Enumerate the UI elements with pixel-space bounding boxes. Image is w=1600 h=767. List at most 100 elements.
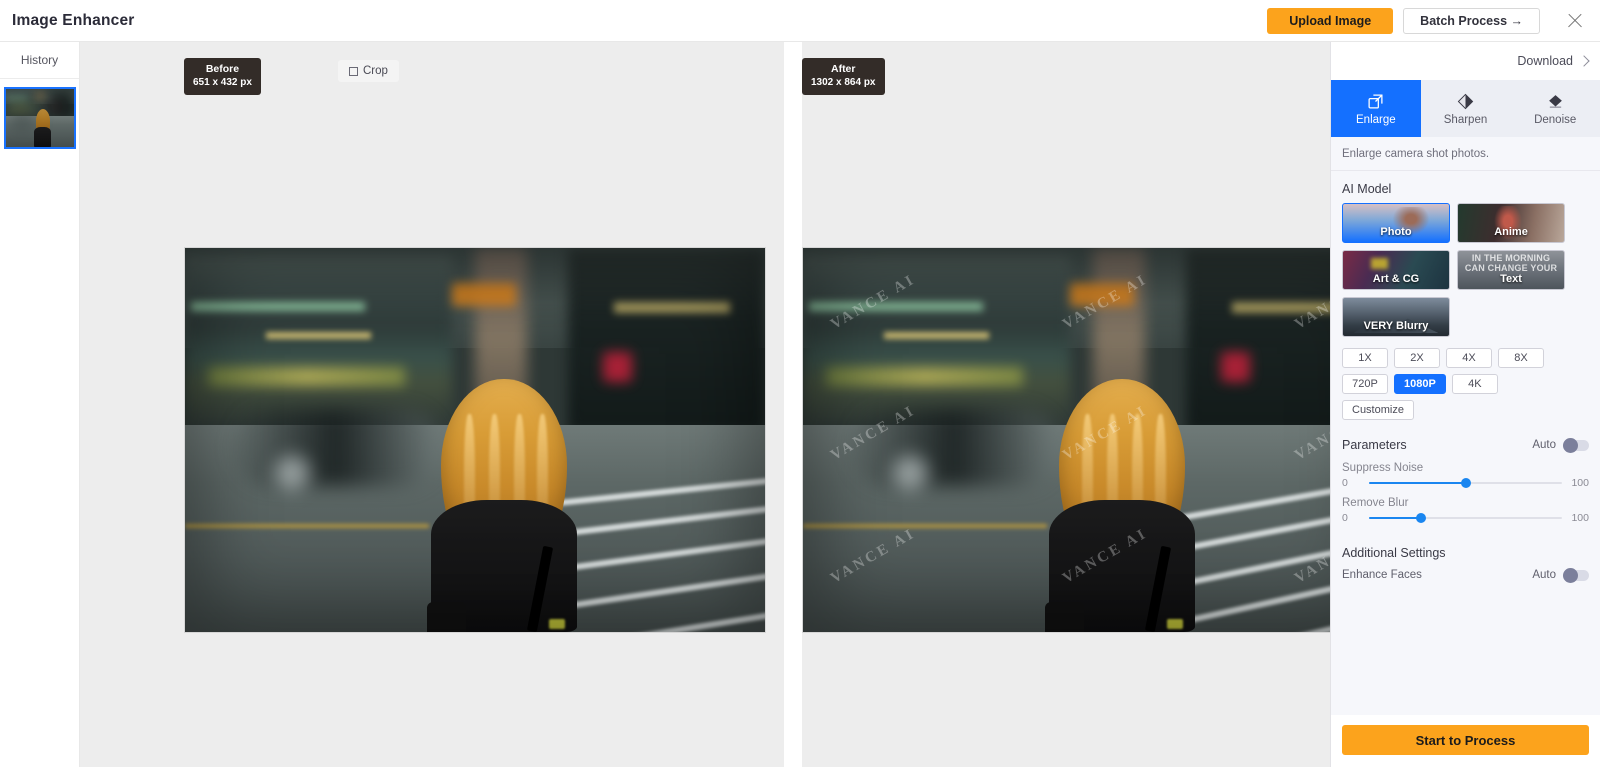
before-badge-dimensions: 651 x 432 px [193, 77, 252, 88]
after-badge: After 1302 x 864 px [802, 58, 885, 95]
model-card-thumb-text: IN THE MORNING CAN CHANGE YOUR [1464, 253, 1558, 274]
scene-road-yellow-line [803, 524, 1047, 528]
after-image[interactable]: VANCE AI VANCE AI VANCE AI VANCE AI VANC… [802, 247, 1384, 633]
batch-process-button[interactable]: Batch Process → [1403, 8, 1540, 34]
scene-neon-green [6, 97, 27, 99]
additional-settings-title: Additional Settings [1342, 546, 1446, 560]
scene-person-bag [427, 601, 466, 632]
scene-blurred-wheel [266, 447, 319, 498]
remove-blur-max: 100 [1571, 512, 1589, 524]
customize-chip-group: Customize [1331, 394, 1600, 422]
model-card-anime[interactable]: Anime [1457, 203, 1565, 243]
resolution-chip-720p[interactable]: 720P [1342, 374, 1388, 394]
suppress-noise-label: Suppress Noise [1342, 462, 1424, 474]
scale-chip-2x[interactable]: 2X [1394, 348, 1440, 368]
top-bar: Image Enhancer Upload Image Batch Proces… [0, 0, 1600, 42]
model-card-very-blurry[interactable]: VERY Blurry [1342, 297, 1450, 337]
enhance-faces-row: Enhance Faces Auto [1331, 566, 1600, 583]
tab-enlarge-label: Enlarge [1356, 114, 1396, 126]
scene-right-building [567, 248, 765, 433]
model-card-label: Art & CG [1372, 273, 1420, 285]
before-badge-label: Before [205, 63, 240, 75]
scene-neon-yellow [826, 367, 1024, 387]
after-scene: VANCE AI VANCE AI VANCE AI VANCE AI VANC… [803, 248, 1383, 632]
suppress-noise-slider-row: 0 100 [1331, 477, 1600, 493]
thumbnail-scene [5, 89, 74, 147]
scene-person-coat [34, 127, 52, 147]
scale-chip-4x[interactable]: 4X [1446, 348, 1492, 368]
scene-person [417, 378, 591, 632]
model-card-art-cg[interactable]: Art & CG [1342, 250, 1450, 290]
scale-chip-1x[interactable]: 1X [1342, 348, 1388, 368]
history-list [0, 79, 79, 149]
suppress-noise-max: 100 [1571, 477, 1589, 489]
scene-blurred-wheel [884, 447, 937, 498]
close-icon[interactable] [1564, 10, 1586, 32]
crop-icon [349, 66, 358, 76]
tab-description: Enlarge camera shot photos. [1331, 137, 1600, 171]
after-badge-label: After [830, 63, 856, 75]
ai-model-label: AI Model [1342, 182, 1392, 196]
history-thumbnail-item[interactable] [3, 87, 76, 149]
resolution-chip-1080p[interactable]: 1080P [1394, 374, 1446, 394]
history-sidebar: History [0, 42, 80, 767]
tab-sharpen[interactable]: Sharpen [1421, 80, 1511, 137]
model-card-label: Anime [1494, 226, 1528, 238]
enhance-faces-auto-toggle[interactable] [1563, 567, 1589, 583]
scene-right-building [50, 89, 74, 117]
scene-awning [451, 282, 516, 306]
scene-person-accent [549, 619, 565, 630]
parameters-title: Parameters [1342, 438, 1407, 452]
app-body: History Before 651 x 432 px Crop After 1… [0, 42, 1600, 767]
customize-chip[interactable]: Customize [1342, 400, 1414, 420]
enhance-faces-auto-label: Auto [1532, 569, 1556, 581]
scene-awning [36, 94, 45, 98]
upload-image-button[interactable]: Upload Image [1267, 8, 1394, 34]
enlarge-icon [1366, 91, 1386, 111]
scene-red-sign [1220, 351, 1250, 383]
remove-blur-slider-row: 0 100 [1331, 512, 1600, 528]
remove-blur-knob[interactable] [1416, 513, 1427, 523]
model-card-text[interactable]: IN THE MORNING CAN CHANGE YOUR Text [1457, 250, 1565, 290]
scene-storefront [803, 255, 1070, 433]
model-card-photo[interactable]: Photo [1342, 203, 1450, 243]
panel-spacer [1331, 581, 1600, 715]
crop-button-label: Crop [363, 65, 388, 77]
remove-blur-slider[interactable] [1369, 513, 1562, 523]
model-card-label: VERY Blurry [1363, 320, 1429, 332]
scene-red-sign [602, 351, 632, 383]
start-to-process-button[interactable]: Start to Process [1342, 725, 1589, 755]
before-badge: Before 651 x 432 px [184, 58, 261, 95]
history-header: History [0, 42, 79, 79]
model-card-label: Photo [1380, 226, 1412, 238]
scene-person [33, 108, 53, 147]
parameters-auto-group: Auto [1532, 437, 1589, 453]
tab-enlarge[interactable]: Enlarge [1331, 80, 1421, 137]
page-title: Image Enhancer [12, 11, 135, 29]
scene-neon-yellow [8, 106, 32, 110]
image-enhancer-app: Image Enhancer Upload Image Batch Proces… [0, 0, 1600, 767]
pane-divider [784, 42, 802, 767]
suppress-noise-slider[interactable] [1369, 478, 1562, 488]
download-button[interactable]: Download [1331, 42, 1600, 80]
parameters-header: Parameters Auto [1331, 422, 1600, 458]
before-image[interactable] [184, 247, 766, 633]
after-pane: After 1302 x 864 px VANCE AI VANCE AI VA… [802, 42, 1384, 767]
tab-denoise[interactable]: Denoise [1510, 80, 1600, 137]
scene-person-bag [1045, 601, 1084, 632]
resolution-chip-4k[interactable]: 4K [1451, 374, 1498, 394]
resolution-chip-group: 720P 1080P 4K [1331, 368, 1600, 394]
before-pane: Before 651 x 432 px Crop [80, 42, 784, 767]
parameters-auto-toggle[interactable] [1563, 437, 1589, 453]
denoise-icon [1545, 91, 1565, 111]
suppress-noise-knob[interactable] [1460, 478, 1471, 488]
scene-neon-green [190, 301, 365, 311]
scene-neon-yellow-upper [266, 332, 371, 339]
tab-sharpen-label: Sharpen [1443, 114, 1488, 126]
before-scene [185, 248, 765, 632]
crop-button[interactable]: Crop [338, 60, 399, 82]
suppress-noise-min: 0 [1342, 477, 1348, 489]
scale-chip-8x[interactable]: 8X [1498, 348, 1544, 368]
model-grid: Photo Anime Art & CG IN THE MORNING CAN … [1331, 203, 1600, 337]
scene-blurred-car [231, 409, 441, 487]
